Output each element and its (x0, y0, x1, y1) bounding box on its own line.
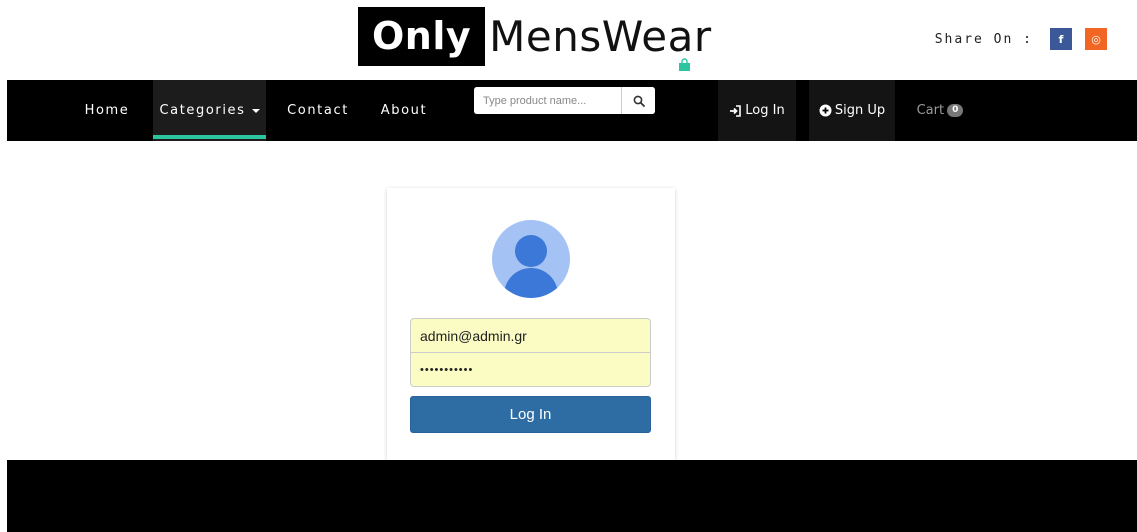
shopping-bag-icon (679, 58, 690, 71)
logo-only-text: Only (358, 7, 486, 66)
cart-count-badge: 0 (947, 104, 964, 117)
nav-signup[interactable]: Sign Up (809, 80, 895, 141)
nav-about[interactable]: About (373, 80, 435, 141)
nav-categories-label: Categories (159, 103, 246, 118)
facebook-icon[interactable]: f (1050, 28, 1072, 50)
search-icon (633, 95, 645, 107)
search-input[interactable] (474, 87, 622, 114)
active-underline (153, 135, 266, 139)
nav-cart-label: Cart (916, 103, 945, 118)
password-field[interactable] (410, 352, 651, 387)
footer (7, 460, 1137, 532)
site-logo[interactable]: Only MensWear (358, 7, 712, 71)
nav-cart[interactable]: Cart 0 (911, 80, 969, 141)
nav-signup-label: Sign Up (834, 103, 886, 118)
nav-home[interactable]: Home (79, 80, 135, 141)
caret-down-icon (251, 108, 260, 113)
user-avatar-icon (492, 220, 570, 298)
nav-categories-dropdown[interactable]: Categories (153, 80, 266, 141)
search-button[interactable] (622, 87, 655, 114)
share-bar: Share On : f ◎ (935, 28, 1107, 50)
instagram-icon[interactable]: ◎ (1085, 28, 1107, 50)
product-search (474, 87, 655, 114)
login-button[interactable]: Log In (410, 396, 651, 433)
login-card: Log In (387, 188, 675, 460)
login-icon (730, 104, 742, 117)
nav-contact[interactable]: Contact (283, 80, 353, 141)
main-navbar: Home Categories Contact About Log In Sig… (7, 80, 1137, 141)
share-label: Share On : (934, 31, 1033, 47)
plus-circle-icon (819, 104, 832, 117)
email-field[interactable] (410, 318, 651, 353)
nav-login[interactable]: Log In (718, 80, 796, 141)
nav-login-label: Log In (745, 103, 785, 118)
